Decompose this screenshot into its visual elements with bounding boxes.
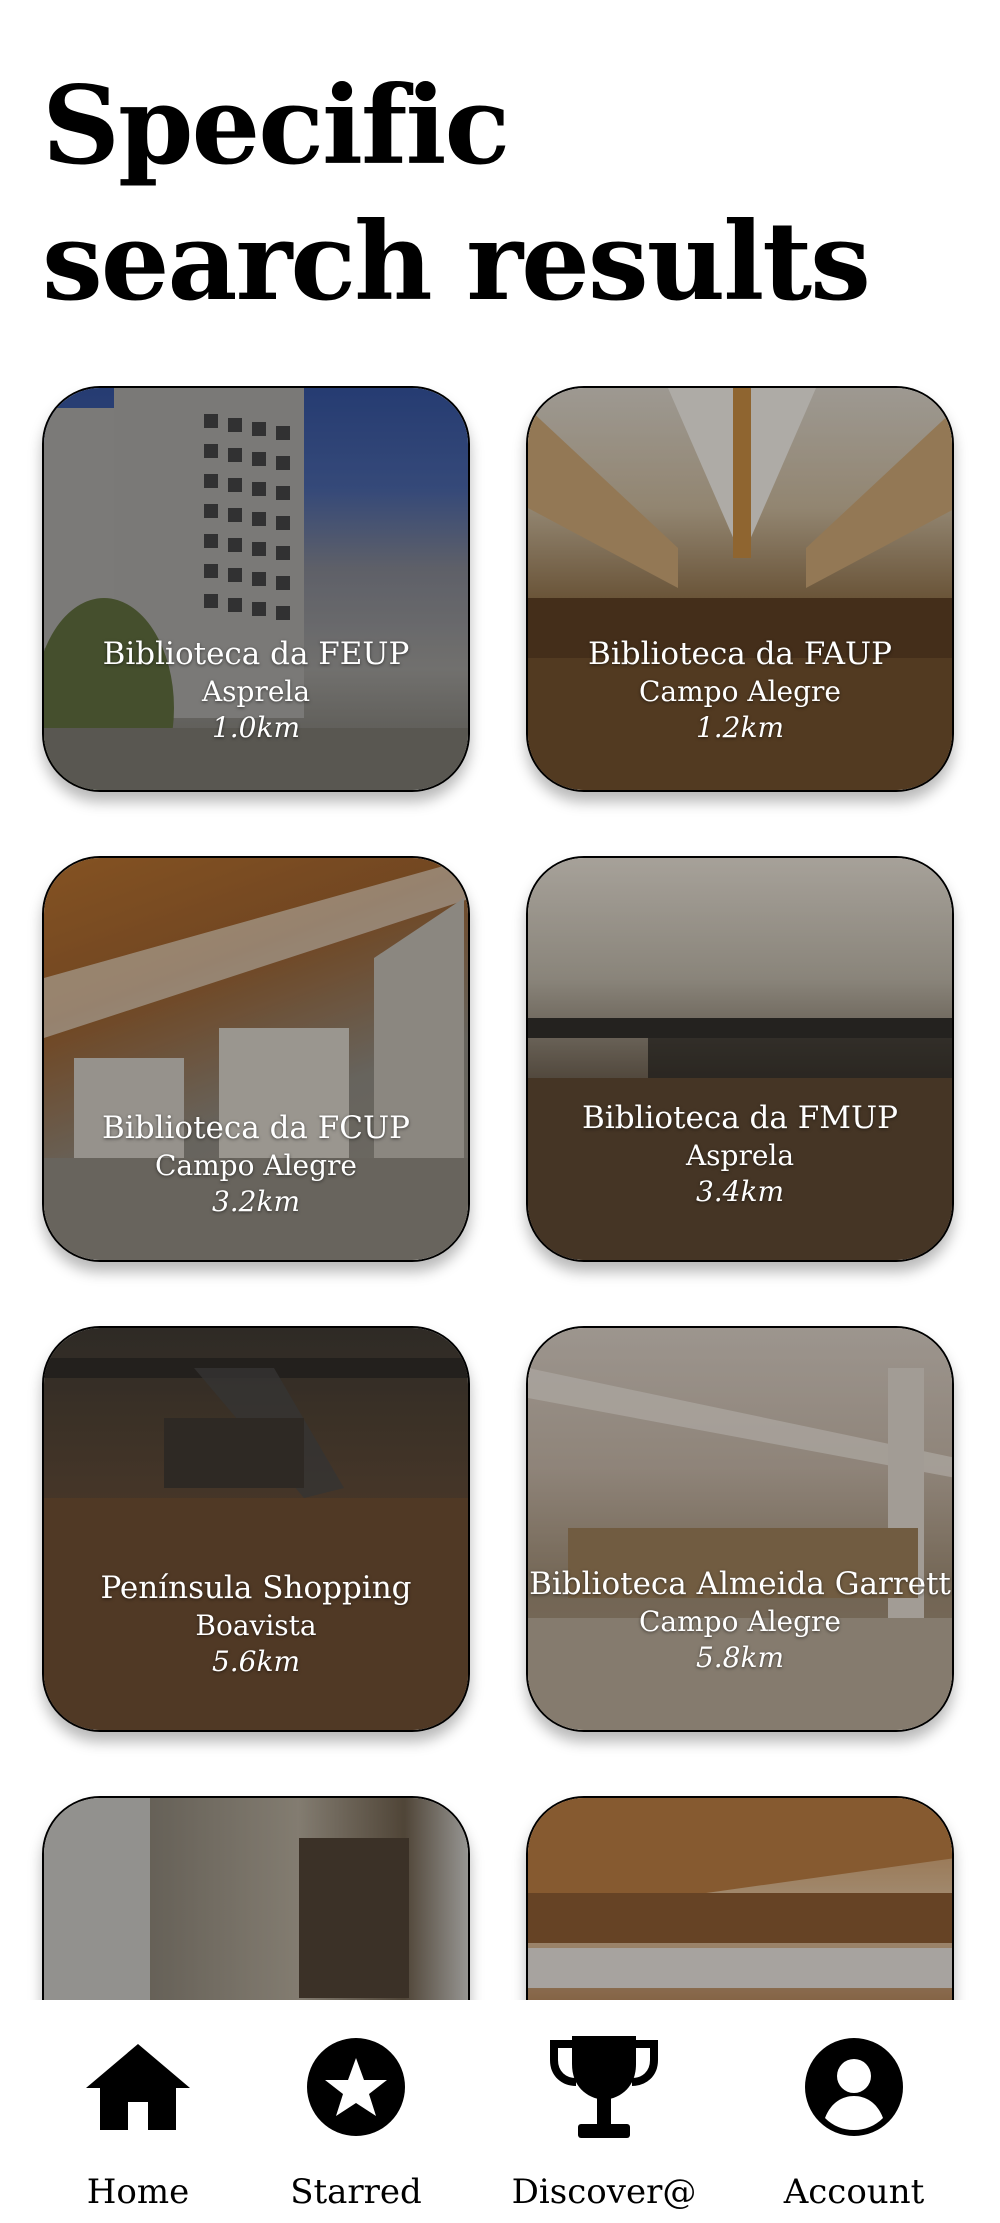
card-text: Biblioteca da FAUP Campo Alegre 1.2km [528, 634, 952, 746]
card-area: Asprela [201, 675, 311, 708]
card-area: Asprela [685, 1139, 795, 1172]
account-icon [805, 2038, 903, 2136]
bottom-nav: Home Starred Discover@ Account [0, 2000, 1000, 2223]
card-distance: 3.2km [211, 1185, 301, 1218]
nav-account-label: Account [783, 2172, 925, 2212]
card-text: Biblioteca da FCUP Campo Alegre 3.2km [44, 1108, 468, 1220]
card-name: Biblioteca da FMUP [582, 1100, 898, 1136]
nav-discover[interactable]: Discover@ [484, 2030, 724, 2212]
nav-home-label: Home [86, 2172, 190, 2212]
card-name: Biblioteca da FEUP [102, 636, 410, 672]
result-card-almeida-garrett[interactable]: Biblioteca Almeida Garrett Campo Alegre … [526, 1326, 954, 1732]
nav-starred-label: Starred [290, 2172, 422, 2212]
page-title: Specific search results [42, 58, 871, 330]
card-name: Península Shopping [100, 1570, 412, 1606]
trophy-icon [550, 2036, 658, 2138]
card-area: Campo Alegre [639, 675, 841, 708]
card-name: Biblioteca da FCUP [102, 1110, 410, 1146]
card-area: Campo Alegre [155, 1149, 357, 1182]
home-icon [86, 2044, 190, 2130]
result-card-peninsula-shopping[interactable]: Península Shopping Boavista 5.6km [42, 1326, 470, 1732]
nav-home[interactable]: Home [18, 2030, 258, 2212]
result-card-7[interactable] [42, 1796, 470, 2000]
card-distance: 5.6km [211, 1645, 301, 1678]
result-card-feup[interactable]: Biblioteca da FEUP Asprela 1.0km [42, 386, 470, 792]
page-title-line-1: Specific [42, 63, 510, 189]
card-distance: 5.8km [695, 1641, 785, 1674]
nav-account[interactable]: Account [734, 2030, 974, 2212]
card-text: Biblioteca Almeida Garrett Campo Alegre … [528, 1564, 952, 1676]
card-name: Biblioteca da FAUP [588, 636, 892, 672]
card-name: Biblioteca Almeida Garrett [529, 1566, 951, 1602]
card-text: Biblioteca da FEUP Asprela 1.0km [44, 634, 468, 746]
result-card-8[interactable] [526, 1796, 954, 2000]
card-area: Boavista [195, 1609, 317, 1642]
page-title-line-2: search results [42, 199, 871, 325]
result-card-fmup[interactable]: Biblioteca da FMUP Asprela 3.4km [526, 856, 954, 1262]
results-grid[interactable]: Biblioteca da FEUP Asprela 1.0km Bibliot… [0, 386, 1000, 2000]
nav-discover-label: Discover@ [511, 2172, 697, 2212]
result-card-faup[interactable]: Biblioteca da FAUP Campo Alegre 1.2km [526, 386, 954, 792]
card-distance: 1.0km [211, 711, 301, 744]
card-distance: 3.4km [695, 1175, 785, 1208]
card-text: Biblioteca da FMUP Asprela 3.4km [528, 1098, 952, 1210]
card-area: Campo Alegre [639, 1605, 841, 1638]
nav-starred[interactable]: Starred [236, 2030, 476, 2212]
card-text: Península Shopping Boavista 5.6km [44, 1568, 468, 1680]
result-card-fcup[interactable]: Biblioteca da FCUP Campo Alegre 3.2km [42, 856, 470, 1262]
card-distance: 1.2km [695, 711, 785, 744]
star-icon [307, 2038, 405, 2136]
